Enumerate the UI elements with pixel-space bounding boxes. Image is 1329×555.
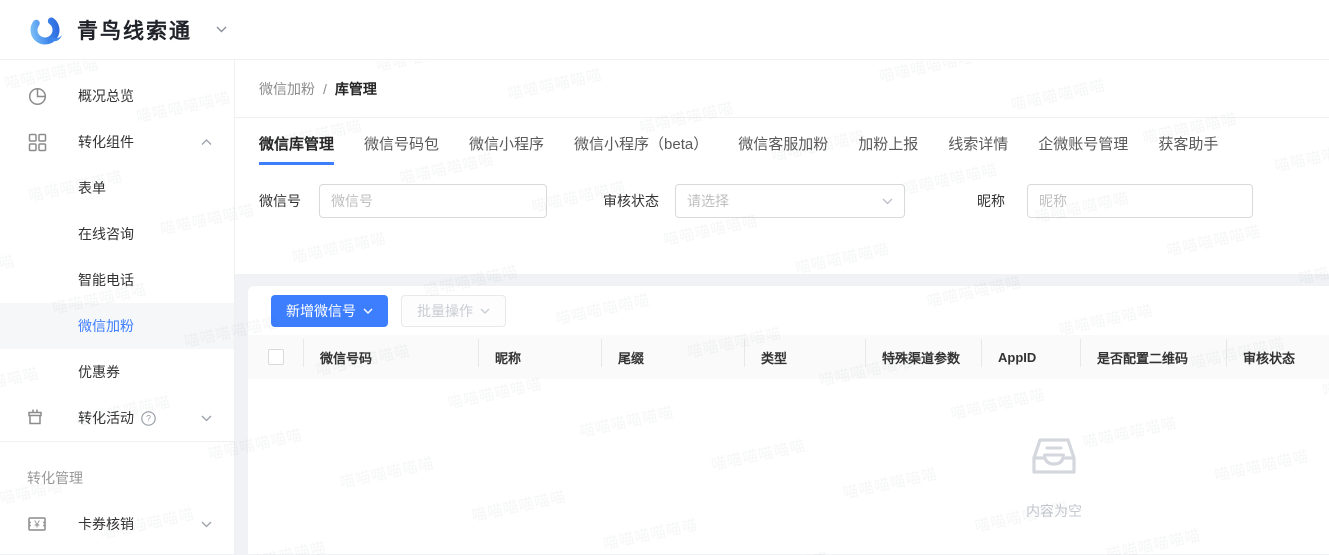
column-header-nickname: 昵称 (479, 335, 602, 379)
wechat-id-label: 微信号 (259, 193, 301, 209)
tab-wechat-miniprogram[interactable]: 微信小程序 (469, 133, 544, 165)
svg-text:?: ? (146, 413, 151, 423)
filter-row: 微信号 审核状态 请选择 昵称 (235, 184, 1329, 218)
sidebar-item-label: 在线咨询 (78, 226, 134, 242)
sidebar: 概况总览 转化组件 表单 在线咨询 智能电话 微信加粉 优惠券 转化活动 ? 转… (0, 60, 235, 554)
sidebar-item-label: 智能电话 (78, 272, 134, 288)
sidebar-divider (0, 441, 234, 442)
brand-title: 青鸟线索通 (77, 19, 192, 43)
column-header-qrcode-configured: 是否配置二维码 (1081, 335, 1227, 379)
sidebar-item-smart-phone[interactable]: 智能电话 (0, 257, 234, 303)
sidebar-item-overview[interactable]: 概况总览 (0, 73, 234, 119)
chevron-down-icon (201, 521, 212, 528)
main-content: 微信加粉 / 库管理 微信库管理 微信号码包 微信小程序 微信小程序（beta）… (235, 60, 1329, 554)
tab-customer-assistant[interactable]: 获客助手 (1158, 133, 1218, 165)
audit-status-placeholder: 请选择 (687, 193, 729, 209)
filter-panel: 微信加粉 / 库管理 微信库管理 微信号码包 微信小程序 微信小程序（beta）… (235, 60, 1329, 274)
breadcrumb-current: 库管理 (334, 80, 377, 97)
tab-wechat-library-mgmt[interactable]: 微信库管理 (259, 133, 335, 165)
sidebar-item-label: 卡券核销 (78, 516, 134, 532)
empty-state: 内容为空 (994, 434, 1114, 521)
table-header-row: 微信号码 昵称 尾缀 类型 特殊渠道参数 AppID 是否配置二维码 审核状态 (248, 335, 1329, 379)
column-header-audit-status: 审核状态 (1243, 350, 1296, 366)
sidebar-item-card-redemption[interactable]: ¥ 卡券核销 (0, 501, 234, 547)
tab-bar: 微信库管理 微信号码包 微信小程序 微信小程序（beta） 微信客服加粉 加粉上… (235, 118, 1329, 165)
column-header-special-channel-params: 特殊渠道参数 (866, 335, 982, 379)
table-panel: 新增微信号 批量操作 微信号码 昵称 尾缀 类型 特殊渠道参数 AppID 是否… (248, 286, 1329, 554)
sidebar-item-forms[interactable]: 表单 (0, 165, 234, 211)
sidebar-item-conversion-activity[interactable]: 转化活动 ? (0, 395, 234, 441)
sidebar-item-coupons[interactable]: 优惠券 (0, 349, 234, 395)
add-wechat-id-label: 新增微信号 (286, 303, 356, 319)
tab-wechat-number-pack[interactable]: 微信号码包 (364, 133, 439, 165)
table-toolbar: 新增微信号 批量操作 (248, 286, 1329, 327)
tab-fans-report[interactable]: 加粉上报 (858, 133, 918, 165)
column-header-appid: AppID (982, 335, 1081, 379)
svg-text:¥: ¥ (33, 520, 40, 531)
chevron-down-icon (201, 415, 212, 422)
brand-logo-icon (28, 12, 64, 48)
chevron-up-icon (201, 138, 212, 146)
breadcrumb: 微信加粉 / 库管理 (235, 60, 1329, 118)
ticket-yuan-icon: ¥ (27, 514, 47, 534)
panel-gap (235, 274, 1329, 286)
empty-state-text: 内容为空 (1026, 503, 1082, 519)
batch-operation-button[interactable]: 批量操作 (401, 295, 506, 327)
select-all-checkbox[interactable] (268, 349, 284, 365)
top-bar: 青鸟线索通 (0, 0, 1329, 60)
breadcrumb-separator: / (323, 80, 327, 97)
sidebar-item-wechat-fans[interactable]: 微信加粉 (0, 303, 234, 349)
tab-wechat-miniprogram-beta[interactable]: 微信小程序（beta） (574, 133, 708, 165)
tab-wechat-service-fans[interactable]: 微信客服加粉 (738, 133, 828, 165)
sidebar-item-online-consult[interactable]: 在线咨询 (0, 211, 234, 257)
sidebar-item-label: 优惠券 (78, 364, 120, 380)
sidebar-section-label: 转化管理 (27, 470, 83, 486)
brand-chevron-down-icon[interactable] (216, 26, 227, 33)
sidebar-item-label: 表单 (78, 180, 106, 196)
sidebar-item-label: 转化活动 (78, 410, 134, 426)
chevron-down-icon (363, 308, 373, 314)
empty-inbox-icon (1030, 438, 1078, 482)
table-header-checkbox-cell (248, 335, 304, 379)
audit-status-label: 审核状态 (603, 193, 659, 209)
sidebar-item-label: 转化组件 (78, 134, 134, 150)
grid-icon (27, 132, 47, 152)
sidebar-item-label: 概况总览 (78, 88, 134, 104)
column-header-type: 类型 (745, 335, 866, 379)
pie-chart-icon (27, 86, 47, 106)
audit-status-select[interactable]: 请选择 (675, 184, 905, 218)
batch-operation-label: 批量操作 (417, 303, 473, 319)
help-icon[interactable]: ? (141, 410, 156, 426)
tab-lead-details[interactable]: 线索详情 (948, 133, 1008, 165)
chevron-down-icon (480, 308, 490, 314)
column-header-suffix: 尾缀 (602, 335, 745, 379)
gift-icon (27, 408, 47, 428)
wechat-id-input[interactable] (319, 184, 547, 218)
column-header-wechat-number: 微信号码 (304, 335, 479, 379)
nickname-input[interactable] (1027, 184, 1253, 218)
add-wechat-id-button[interactable]: 新增微信号 (271, 295, 388, 327)
sidebar-item-components[interactable]: 转化组件 (0, 119, 234, 165)
breadcrumb-parent[interactable]: 微信加粉 (259, 79, 315, 99)
app-window: 青鸟线索通 概况总览 转化组件 表单 在线咨询 智能电话 微信加粉 优惠券 转化… (0, 0, 1329, 555)
tab-wecom-account-mgmt[interactable]: 企微账号管理 (1038, 133, 1128, 165)
chevron-down-icon (882, 198, 893, 205)
sidebar-item-label: 微信加粉 (78, 318, 134, 334)
nickname-label: 昵称 (977, 193, 1005, 209)
